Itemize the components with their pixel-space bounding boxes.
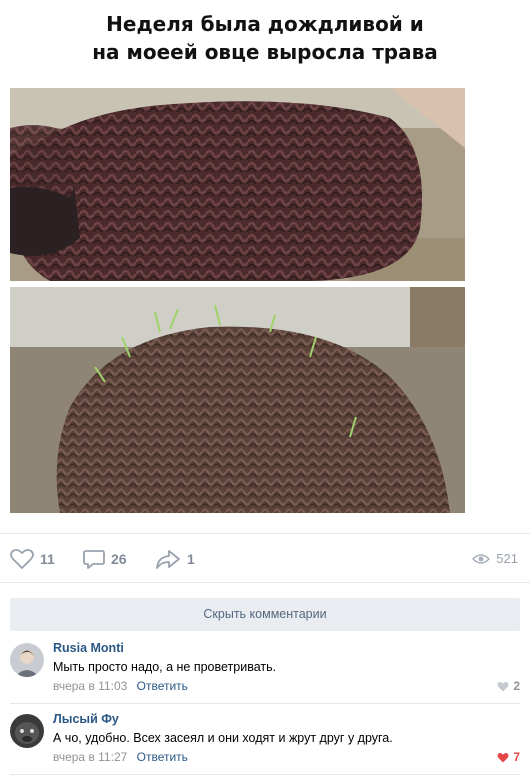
post-actions-bar: 11 26 1 521 [0, 533, 530, 583]
heart-icon [497, 681, 509, 691]
eye-icon [472, 553, 491, 564]
heart-icon [497, 752, 509, 762]
comment-time[interactable]: вчера в 11:27 [53, 750, 127, 764]
comment-time[interactable]: вчера в 11:03 [53, 679, 127, 693]
comment-item: Лысый Фу А чо, удобно. Всех засеял и они… [10, 711, 520, 775]
heart-icon [10, 548, 34, 569]
comment-button[interactable]: 26 [83, 548, 127, 570]
like-button[interactable]: 11 [10, 548, 55, 570]
comment-like-count: 7 [513, 750, 520, 764]
comment-meta: вчера в 11:27 Ответить [53, 750, 188, 764]
share-count: 1 [187, 551, 195, 567]
avatar[interactable] [10, 714, 44, 748]
sheep-photo-bottom[interactable] [10, 287, 465, 513]
share-button[interactable]: 1 [155, 548, 195, 570]
like-count: 11 [40, 551, 55, 567]
avatar[interactable] [10, 643, 44, 677]
share-icon [156, 550, 180, 569]
sheep-photo-top[interactable] [10, 88, 465, 281]
comment-author[interactable]: Лысый Фу [53, 712, 119, 726]
reply-button[interactable]: Ответить [137, 750, 188, 764]
comment-like-count: 2 [513, 679, 520, 693]
comment-text: Мыть просто надо, а не проветривать. [53, 660, 277, 674]
comment-icon [83, 550, 105, 569]
comment-count: 26 [111, 551, 127, 567]
meme-caption-line-2: на моеей овце выросла трава [92, 40, 438, 64]
views-counter: 521 [472, 551, 518, 566]
comment-meta: вчера в 11:03 Ответить [53, 679, 188, 693]
comment-like-button[interactable]: 2 [497, 679, 520, 693]
meme-caption-line-1: Неделя была дождливой и [106, 12, 424, 36]
comment-item: Rusia Monti Мыть просто надо, а не прове… [10, 640, 520, 704]
views-count: 521 [496, 551, 518, 566]
comment-like-button[interactable]: 7 [497, 750, 520, 764]
meme-caption: Неделя была дождливой и на моеей овце вы… [0, 10, 530, 66]
hide-comments-button[interactable]: Скрыть комментарии [10, 598, 520, 631]
comment-author[interactable]: Rusia Monti [53, 641, 124, 655]
comment-text: А чо, удобно. Всех засеял и они ходят и … [53, 731, 393, 745]
reply-button[interactable]: Ответить [137, 679, 188, 693]
